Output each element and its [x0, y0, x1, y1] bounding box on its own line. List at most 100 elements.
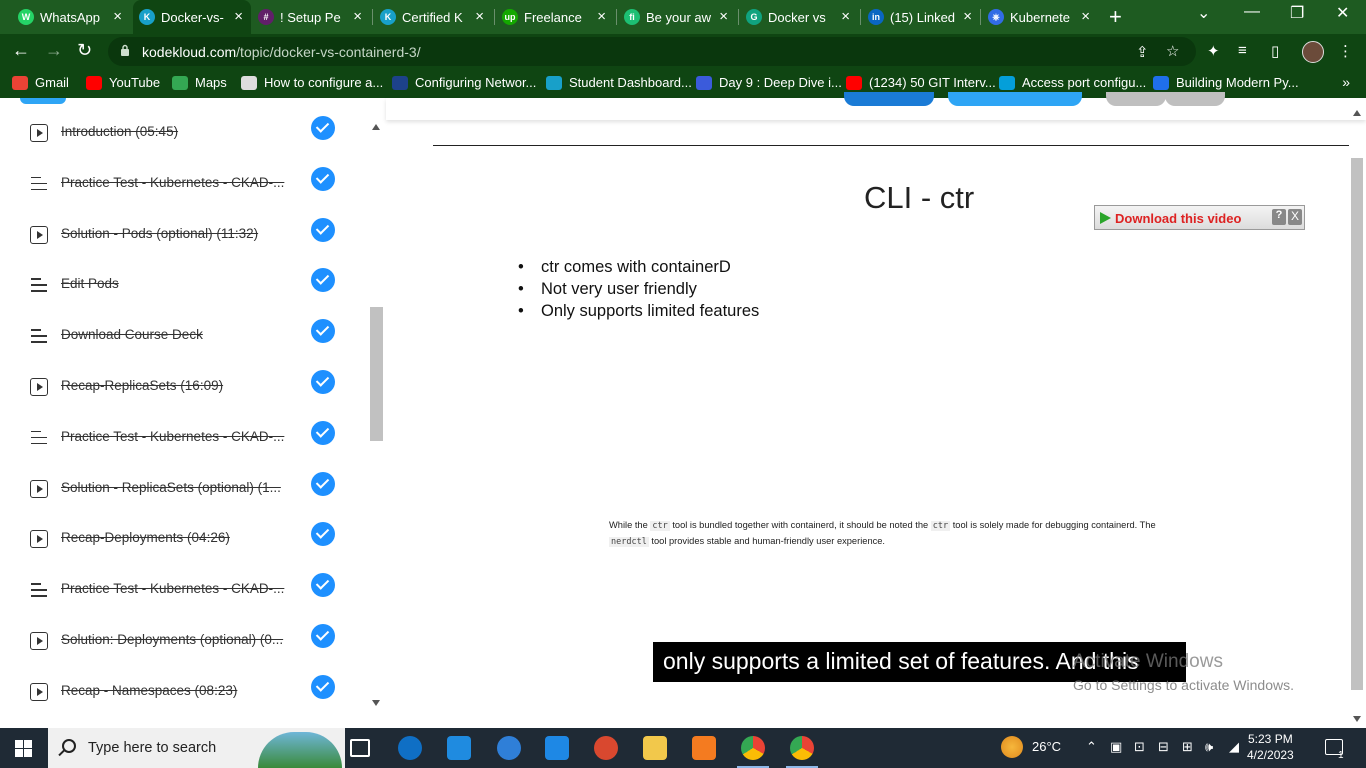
bookmark-item[interactable]: Building Modern Py... — [1153, 75, 1299, 90]
tab-close-icon[interactable]: × — [234, 8, 243, 25]
bookmark-item[interactable]: Maps — [172, 75, 227, 90]
bookmark-item[interactable]: Gmail — [12, 75, 69, 90]
lesson-item[interactable]: Recap - Namespaces (08:23) — [0, 674, 360, 733]
lesson-item[interactable]: Recap-Deployments (04:26) — [0, 522, 360, 580]
share-icon[interactable]: ⇪ — [1136, 43, 1149, 61]
lesson-item[interactable]: Introduction (05:45) — [0, 116, 360, 174]
nav-left-button[interactable] — [1106, 92, 1166, 106]
lesson-item[interactable]: Practice Test - Kubernetes - CKAD-... — [0, 573, 360, 631]
tab-close-icon[interactable]: × — [1081, 8, 1090, 25]
tab-2[interactable]: # ! Setup Pe × — [252, 0, 370, 34]
restore-button[interactable]: ❐ — [1290, 3, 1304, 23]
video-area[interactable]: CLI - ctr ctr comes with containerD Not … — [386, 92, 1366, 728]
display-icon[interactable]: ⊞ — [1182, 739, 1193, 755]
lesson-item[interactable]: Solution - ReplicaSets (optional) (1... — [0, 471, 360, 530]
complete-button[interactable] — [948, 92, 1082, 106]
bookmarks-overflow-icon[interactable]: » — [1342, 74, 1350, 90]
lesson-item[interactable]: Recap-ReplicaSets (16:09) — [0, 370, 360, 428]
lesson-item[interactable]: Practice Test - Kubernetes - CKAD-... — [0, 166, 360, 225]
wifi-icon[interactable]: ◢ — [1229, 739, 1239, 755]
tab-title: Be your aw — [646, 9, 712, 25]
chrome-icon[interactable] — [737, 736, 769, 768]
lesson-item[interactable]: Solution: Deployments (optional) (0... — [0, 624, 360, 682]
address-bar[interactable]: kodekloud.com/topic/docker-vs-containerd… — [108, 37, 1196, 66]
volume-icon[interactable]: 🕪 — [1205, 739, 1213, 755]
network-icon[interactable]: ⊡ — [1134, 739, 1145, 755]
bookmark-item[interactable]: Day 9 : Deep Dive i... — [696, 75, 842, 90]
bookmark-item[interactable]: Configuring Networ... — [392, 75, 536, 90]
close-widget-button[interactable]: X — [1288, 209, 1302, 225]
menu-icon[interactable]: ⋮ — [1338, 42, 1353, 60]
tab-close-icon[interactable]: × — [475, 8, 484, 25]
tab-0[interactable]: W WhatsApp × — [12, 0, 130, 34]
profile-avatar[interactable] — [1302, 41, 1324, 63]
settings-app-icon[interactable] — [692, 736, 716, 760]
tab-close-icon[interactable]: × — [353, 8, 362, 25]
bookmark-item[interactable]: YouTube — [86, 75, 160, 90]
side-panel-icon[interactable]: ▯ — [1271, 42, 1279, 60]
lesson-title: Practice Test - Kubernetes - CKAD-... — [61, 428, 285, 444]
meet-icon[interactable] — [497, 736, 521, 760]
page-scrollbar[interactable] — [1349, 108, 1366, 728]
lesson-item[interactable]: Solution - Pods (optional) (11:32) — [0, 217, 360, 276]
lesson-item[interactable]: Practice Test - Kubernetes - CKAD-... — [0, 420, 360, 479]
reload-button[interactable]: ↻ — [77, 40, 92, 61]
tab-favicon-icon: up — [502, 9, 518, 25]
close-window-button[interactable]: ✕ — [1336, 3, 1349, 23]
tab-4[interactable]: up Freelance × — [496, 0, 614, 34]
minimize-button[interactable]: — — [1244, 3, 1260, 21]
app-icon[interactable] — [594, 736, 618, 760]
extensions-icon[interactable]: ✦ — [1207, 42, 1220, 60]
tab-6[interactable]: G Docker vs × — [740, 0, 858, 34]
scroll-down-icon[interactable] — [372, 700, 380, 706]
tray-overflow-icon[interactable]: ⌃ — [1086, 739, 1097, 755]
bookmark-star-icon[interactable]: ☆ — [1166, 42, 1179, 60]
reading-list-icon[interactable]: ≡ — [1238, 42, 1247, 59]
tab-5[interactable]: fi Be your aw × — [618, 0, 736, 34]
back-button[interactable]: ← — [12, 40, 30, 61]
tab-close-icon[interactable]: × — [963, 8, 972, 25]
mail-icon[interactable] — [545, 736, 569, 760]
windows-start-icon[interactable] — [15, 740, 32, 757]
scroll-thumb[interactable] — [370, 307, 383, 441]
taskbar-clock[interactable]: 5:23 PM 4/2/2023 — [1247, 731, 1294, 763]
scroll-up-icon[interactable] — [372, 124, 380, 130]
bookmark-item[interactable]: Access port configu... — [999, 75, 1146, 90]
scroll-thumb[interactable] — [1351, 158, 1363, 690]
store-icon[interactable] — [447, 736, 471, 760]
sidebar-scrollbar[interactable] — [369, 120, 384, 710]
play-icon — [30, 378, 48, 396]
chrome-profile-icon[interactable] — [786, 736, 818, 768]
tab-close-icon[interactable]: × — [719, 8, 728, 25]
nav-right-button[interactable] — [1165, 92, 1225, 106]
tab-close-icon[interactable]: × — [113, 8, 122, 25]
new-tab-button[interactable]: + — [1109, 4, 1122, 30]
tray-app-icon[interactable]: ▣ — [1110, 739, 1122, 755]
page-content: Introduction (05:45) Practice Test - Kube… — [0, 92, 1366, 728]
taskbar-search[interactable]: Type here to search — [48, 728, 345, 768]
weather-temp[interactable]: 26°C — [1032, 739, 1061, 754]
prev-button[interactable] — [844, 92, 934, 106]
tab-3[interactable]: K Certified K × — [374, 0, 492, 34]
help-button[interactable]: ? — [1272, 209, 1286, 225]
weather-icon[interactable] — [1001, 736, 1023, 758]
lesson-item[interactable]: Edit Pods — [0, 268, 360, 326]
download-video-button[interactable]: Download this video — [1100, 209, 1241, 227]
scroll-down-icon[interactable] — [1353, 716, 1361, 722]
bookmark-item[interactable]: Student Dashboard... — [546, 75, 692, 90]
tab-1[interactable]: K Docker-vs- × — [133, 0, 251, 34]
tab-close-icon[interactable]: × — [841, 8, 850, 25]
tab-search-icon[interactable]: ⌄ — [1197, 3, 1210, 23]
tab-7[interactable]: in (15) Linked × — [862, 0, 980, 34]
lesson-item[interactable]: Download Course Deck — [0, 319, 360, 377]
tab-8[interactable]: ⎈ Kubernete × — [982, 0, 1098, 34]
task-view-icon[interactable] — [350, 739, 370, 757]
bookmark-item[interactable]: How to configure a... — [241, 75, 383, 90]
scroll-up-icon[interactable] — [1353, 110, 1361, 116]
usb-icon[interactable]: ⊟ — [1158, 739, 1169, 755]
bookmark-item[interactable]: (1234) 50 GIT Interv... — [846, 75, 996, 90]
edge-icon[interactable] — [398, 736, 422, 760]
file-explorer-icon[interactable] — [643, 736, 667, 760]
tab-close-icon[interactable]: × — [597, 8, 606, 25]
forward-button[interactable]: → — [45, 40, 63, 61]
